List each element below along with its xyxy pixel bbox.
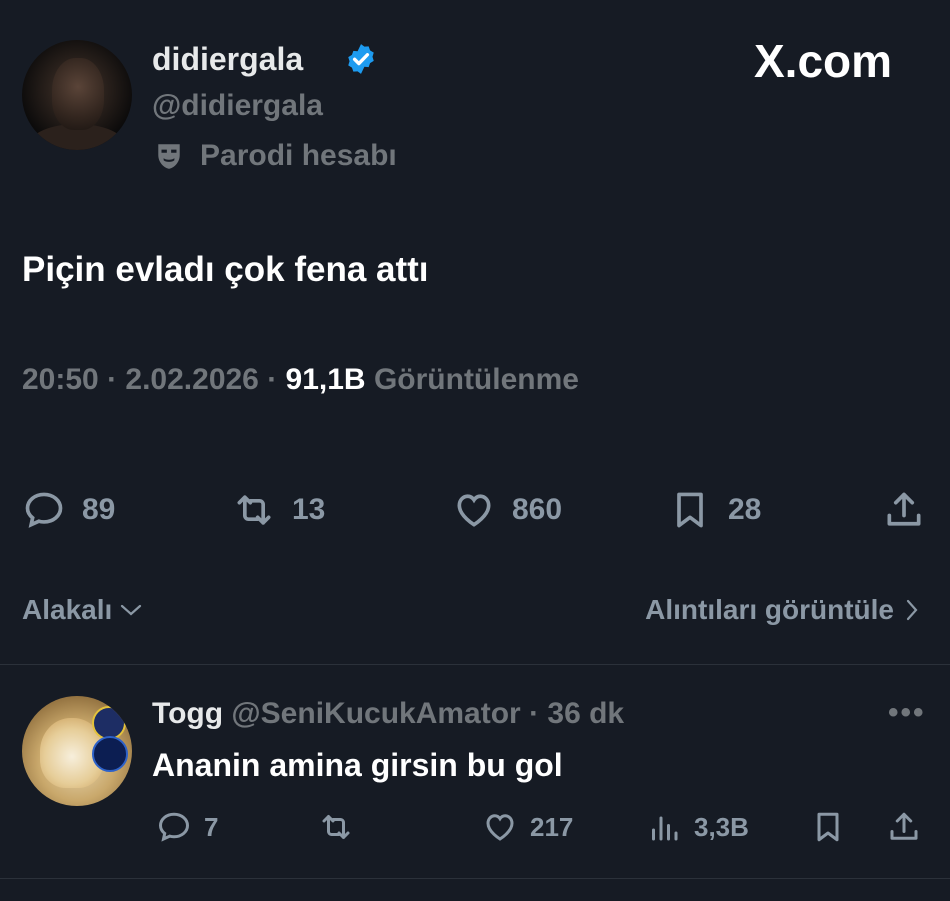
reply-time[interactable]: 36 dk xyxy=(547,697,624,730)
tweet-text: Piçin evladı çok fena attı xyxy=(22,250,429,289)
chevron-down-icon xyxy=(121,604,142,616)
brand-watermark: X.com xyxy=(754,35,893,87)
share-icon xyxy=(890,812,918,840)
bookmark-icon xyxy=(817,812,839,842)
repost-icon xyxy=(237,495,271,525)
reply-views-button[interactable]: 3,3B xyxy=(646,806,749,848)
sort-dropdown[interactable]: Alakalı xyxy=(22,592,144,628)
author-avatar[interactable] xyxy=(22,40,132,150)
views-count: 91,1B xyxy=(285,363,366,396)
more-options-icon[interactable]: ••• xyxy=(888,696,926,730)
reply-handle[interactable]: @SeniKucukAmator xyxy=(231,697,520,730)
bookmark-count: 28 xyxy=(728,493,762,526)
reply-icon xyxy=(158,812,190,842)
like-icon xyxy=(486,814,514,841)
chevron-right-icon xyxy=(906,599,918,621)
view-quotes-label: Alıntıları görüntüle xyxy=(645,594,894,625)
reply-repost-button[interactable] xyxy=(318,806,354,848)
share-icon xyxy=(887,492,921,526)
reply-share-button[interactable] xyxy=(886,806,922,848)
reply-button[interactable]: 89 xyxy=(22,486,115,534)
author-display-name[interactable]: didiergala xyxy=(152,40,303,78)
tweet-time[interactable]: 20:50 xyxy=(22,363,99,396)
bookmark-button[interactable]: 28 xyxy=(668,486,761,534)
parody-mask-icon xyxy=(158,144,180,169)
divider xyxy=(0,664,950,665)
repost-count: 13 xyxy=(292,493,326,526)
analytics-icon xyxy=(652,816,678,841)
reply-count: 89 xyxy=(82,493,116,526)
meta-separator: · xyxy=(529,697,548,730)
reply-icon xyxy=(25,492,63,528)
like-button[interactable]: 860 xyxy=(452,486,562,534)
reply-views-count: 3,3B xyxy=(694,811,749,842)
meta-separator: · xyxy=(267,363,286,396)
reply-reply-button[interactable]: 7 xyxy=(156,806,218,848)
reply-author-avatar[interactable] xyxy=(22,696,132,806)
reply-display-name[interactable]: Togg xyxy=(152,697,223,730)
reply-reply-count: 7 xyxy=(204,811,219,842)
bookmark-icon xyxy=(677,492,703,528)
like-icon xyxy=(457,494,491,527)
meta-separator: · xyxy=(107,363,126,396)
verified-icon xyxy=(348,44,374,74)
parody-label: Parodi hesabı xyxy=(200,139,397,172)
share-button[interactable] xyxy=(882,486,926,534)
repost-button[interactable]: 13 xyxy=(232,486,325,534)
repost-icon xyxy=(322,815,350,839)
tweet-date[interactable]: 2.02.2026 xyxy=(125,363,258,396)
sort-label: Alakalı xyxy=(22,594,113,625)
reply-like-button[interactable]: 217 xyxy=(482,806,573,848)
reply-text: Ananin amina girsin bu gol xyxy=(152,747,563,783)
tweet-meta: 20:50 · 2.02.2026 · 91,1B Görüntülenme xyxy=(22,360,579,400)
reply-header: Togg @SeniKucukAmator · 36 dk xyxy=(152,694,624,734)
reply-bookmark-button[interactable] xyxy=(810,806,846,848)
like-count: 860 xyxy=(512,493,563,526)
views-label[interactable]: Görüntülenme xyxy=(374,363,579,396)
divider xyxy=(0,878,950,879)
author-handle[interactable]: @didiergala xyxy=(152,88,323,124)
reply-like-count: 217 xyxy=(530,811,574,842)
view-quotes-link[interactable]: Alıntıları görüntüle xyxy=(645,592,920,628)
